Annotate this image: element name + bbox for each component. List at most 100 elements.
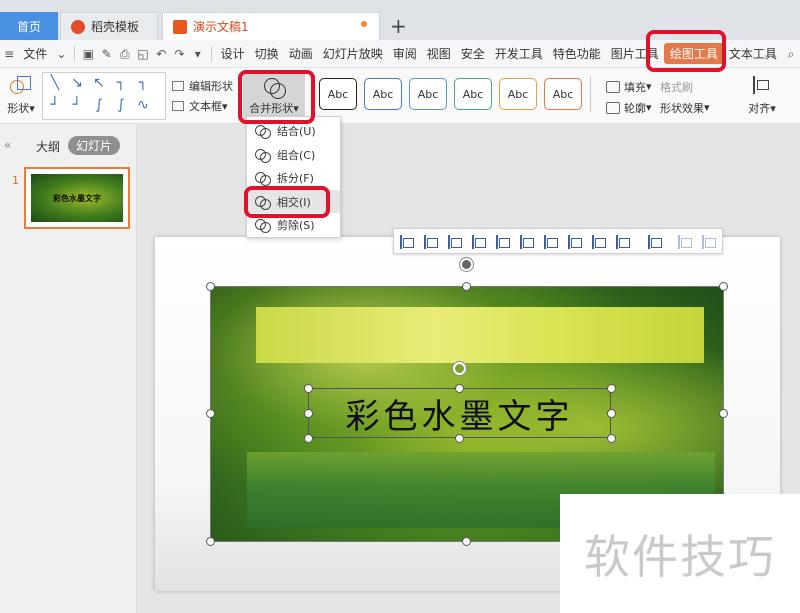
new-tab-button[interactable]: + <box>390 14 407 38</box>
shape-style-5[interactable]: Abc <box>499 78 537 110</box>
text-resize-handle[interactable] <box>304 409 313 418</box>
fill-button[interactable]: 填充 ▾ <box>606 76 652 97</box>
menu-item-union-label: 结合(U) <box>277 124 316 138</box>
undo-icon[interactable]: ↶ <box>155 47 167 61</box>
tab-slides[interactable]: 幻灯片 <box>68 136 121 155</box>
menu-text-tools[interactable]: 文本工具 <box>724 45 782 62</box>
menu-developer[interactable]: 开发工具 <box>490 45 548 62</box>
align-middle-icon[interactable] <box>496 235 510 249</box>
more-icon[interactable]: ▾ <box>192 47 204 61</box>
shape-effects-button[interactable]: 形状效果 ▾ <box>660 97 710 118</box>
print-preview-icon[interactable]: ◱ <box>137 47 149 61</box>
arrow-line-icon[interactable]: ↘ <box>69 75 85 91</box>
double-arrow-icon[interactable]: ↖ <box>91 75 107 91</box>
resize-handle[interactable] <box>719 282 728 291</box>
menu-animation[interactable]: 动画 <box>284 45 318 62</box>
tab-home-label: 首页 <box>16 19 41 34</box>
tab-home[interactable]: 首页 <box>0 12 58 40</box>
distribute-horizontal-icon[interactable] <box>568 235 582 249</box>
ribbon: 形状▾ ╲ ↘ ↖ ┐ ┐ ┘ ┘ ∫ ∫ ∿ 编辑形状 文本框 ▾ 合并形状▾ … <box>0 68 800 124</box>
curve-icon[interactable]: ∫ <box>91 97 107 113</box>
freeform-icon[interactable]: ∿ <box>135 97 151 113</box>
text-resize-handle[interactable] <box>607 434 616 443</box>
elbow-arrow-icon[interactable]: ┐ <box>135 75 151 91</box>
elbow-connector-2-icon[interactable]: ┘ <box>47 97 63 113</box>
textbox-button[interactable]: 文本框 ▾ <box>172 96 233 116</box>
tab-outline[interactable]: 大纲 <box>36 138 60 155</box>
menu-security[interactable]: 安全 <box>456 45 490 62</box>
align-bottom-icon[interactable] <box>520 235 534 249</box>
outline-button[interactable]: 轮廓 ▾ <box>606 97 652 118</box>
text-rotate-handle-icon[interactable] <box>453 362 466 375</box>
shape-button[interactable]: 形状▾ <box>4 74 38 116</box>
connector-gallery[interactable]: ╲ ↘ ↖ ┐ ┐ ┘ ┘ ∫ ∫ ∿ <box>42 72 166 120</box>
print-icon[interactable]: ⎙ <box>119 47 131 61</box>
text-resize-handle[interactable] <box>455 384 464 393</box>
edit-group: 编辑形状 文本框 ▾ <box>172 76 233 116</box>
hamburger-icon[interactable]: ≡ <box>3 47 15 61</box>
redo-icon[interactable]: ↷ <box>173 47 185 61</box>
fill-bucket-icon <box>606 80 620 93</box>
pin-icon[interactable] <box>678 235 692 249</box>
elbow-connector-icon[interactable]: ┐ <box>113 75 129 91</box>
save-icon[interactable]: ▣ <box>82 47 94 61</box>
menu-design[interactable]: 设计 <box>216 45 250 62</box>
menu-transition[interactable]: 切换 <box>250 45 284 62</box>
menu-review[interactable]: 审阅 <box>388 45 422 62</box>
menu-view[interactable]: 视图 <box>422 45 456 62</box>
align-center-icon[interactable] <box>424 235 438 249</box>
menu-item-combine-label: 组合(C) <box>277 148 316 162</box>
align-button[interactable]: 对齐▾ <box>742 74 782 116</box>
align-left-icon[interactable] <box>400 235 414 249</box>
tab-template[interactable]: 稻壳模板 <box>60 12 158 40</box>
format-painter-icon[interactable]: ✎ <box>100 47 112 61</box>
slide-number: 1 <box>12 174 19 187</box>
format-painter-button[interactable]: 格式刷 <box>660 76 710 97</box>
chevron-down-icon[interactable]: ⌄ <box>55 47 67 61</box>
resize-handle[interactable] <box>462 282 471 291</box>
resize-handle[interactable] <box>462 537 471 546</box>
align-icon <box>753 76 771 94</box>
slide-thumbnail[interactable]: 彩色水墨文字 <box>24 167 130 229</box>
collapse-panel-icon[interactable]: « <box>4 138 11 152</box>
align-slide-center-icon[interactable] <box>544 235 558 249</box>
highlight-merge-shapes <box>238 70 315 124</box>
elbow-arrow-2-icon[interactable]: ┘ <box>69 97 85 113</box>
rotate-handle-icon[interactable] <box>460 258 473 271</box>
style-gallery-scroll[interactable] <box>590 76 600 112</box>
align-right-icon[interactable] <box>448 235 462 249</box>
shape-style-6[interactable]: Abc <box>544 78 582 110</box>
search-icon[interactable]: ⌕ <box>785 47 797 61</box>
shape-style-2[interactable]: Abc <box>364 78 402 110</box>
text-resize-handle[interactable] <box>304 384 313 393</box>
tab-document[interactable]: 演示文稿1 <box>162 12 380 40</box>
shape-style-1[interactable]: Abc <box>319 78 357 110</box>
text-resize-handle[interactable] <box>304 434 313 443</box>
union-icon <box>255 124 271 139</box>
resize-handle[interactable] <box>719 409 728 418</box>
line-icon[interactable]: ╲ <box>47 75 63 91</box>
resize-handle[interactable] <box>206 409 215 418</box>
distribute-vertical-icon[interactable] <box>592 235 606 249</box>
text-resize-handle[interactable] <box>455 434 464 443</box>
align-top-icon[interactable] <box>472 235 486 249</box>
curve-arrow-icon[interactable]: ∫ <box>113 97 129 113</box>
edit-shape-button[interactable]: 编辑形状 <box>172 76 233 96</box>
shape-style-4[interactable]: Abc <box>454 78 492 110</box>
shape-label: 形状 <box>7 102 30 115</box>
menu-features[interactable]: 特色功能 <box>548 45 606 62</box>
text-resize-handle[interactable] <box>607 409 616 418</box>
ink-text-box[interactable]: 彩色水墨文字 <box>308 388 611 438</box>
fill-outline-group: 填充 ▾ 轮廓 ▾ <box>606 76 652 118</box>
menu-item-combine[interactable]: 组合(C) <box>247 143 340 166</box>
shape-style-3[interactable]: Abc <box>409 78 447 110</box>
layout-icon[interactable] <box>702 235 716 249</box>
menu-file[interactable]: 文件 <box>18 45 52 62</box>
resize-handle[interactable] <box>206 537 215 546</box>
menu-slideshow[interactable]: 幻灯片放映 <box>318 45 388 62</box>
group-icon[interactable] <box>648 235 662 249</box>
resize-handle[interactable] <box>206 282 215 291</box>
crop-icon[interactable] <box>616 235 630 249</box>
text-resize-handle[interactable] <box>607 384 616 393</box>
merge-shapes-menu: 结合(U) 组合(C) 拆分(F) 相交(I) 剪除(S) <box>246 116 341 238</box>
